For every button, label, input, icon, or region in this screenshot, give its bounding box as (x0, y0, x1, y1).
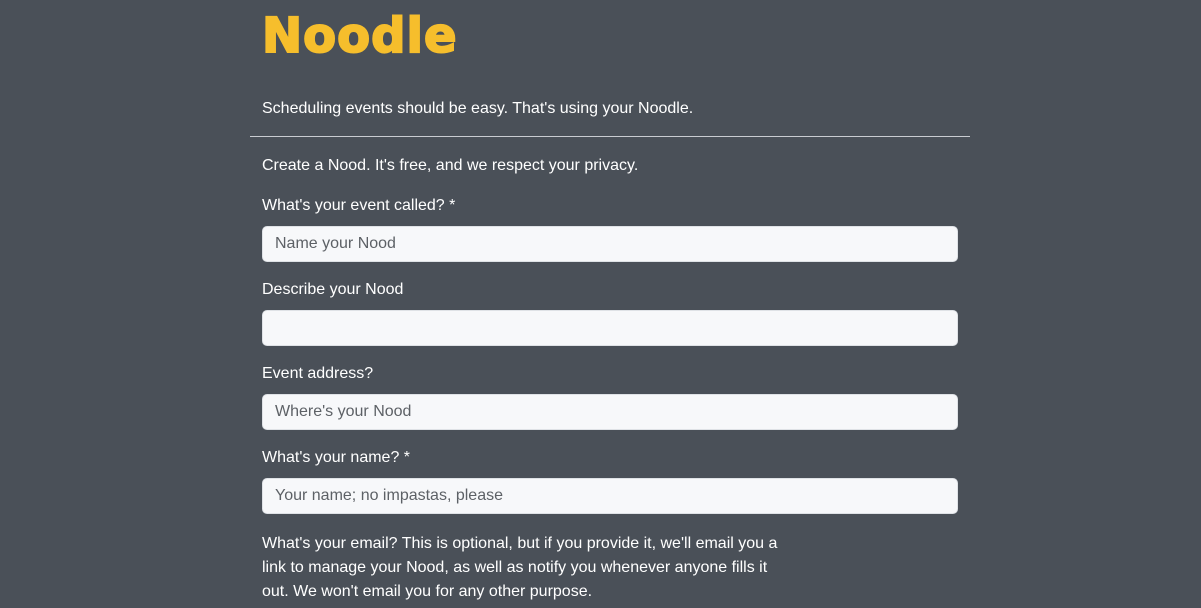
your-name-label: What's your name? * (262, 449, 411, 466)
header-divider (250, 136, 970, 137)
tagline: Scheduling events should be easy. That's… (262, 100, 694, 117)
email-note: What's your email? This is optional, but… (262, 535, 778, 600)
event-name-input[interactable] (262, 226, 958, 262)
address-label: Event address? (262, 365, 374, 382)
event-name-label: What's your event called? * (262, 197, 456, 214)
description-label: Describe your Nood (262, 281, 404, 298)
address-input[interactable] (262, 394, 958, 430)
your-name-input[interactable] (262, 478, 958, 514)
form-intro: Create a Nood. It's free, and we respect… (262, 157, 639, 174)
description-input[interactable] (262, 310, 958, 346)
noodle-logo: Noodle (261, 7, 458, 65)
